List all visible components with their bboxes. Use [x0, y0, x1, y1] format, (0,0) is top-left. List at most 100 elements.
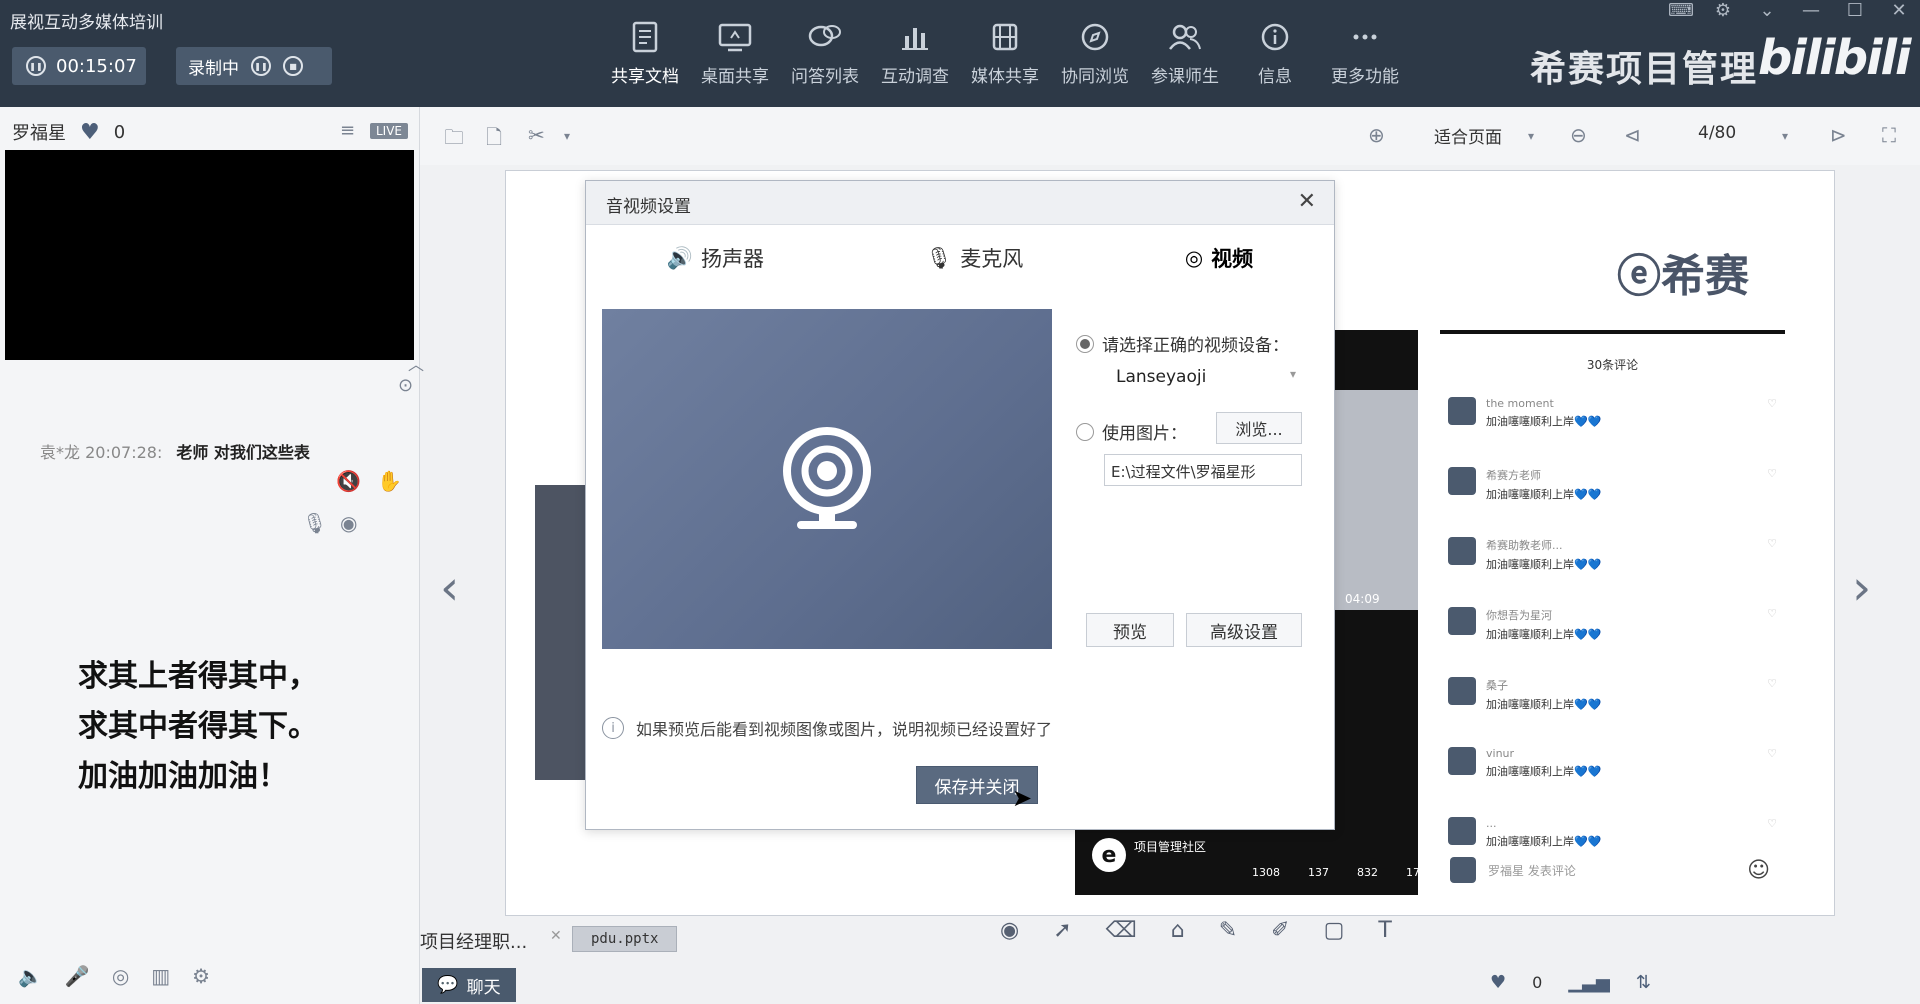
presenter-row: 罗福星 ♥ 0 [12, 119, 125, 145]
preview-button[interactable]: 预览 [1086, 613, 1174, 647]
brand-watermark: 希赛项目管理 [1530, 49, 1759, 90]
fit-caret-icon[interactable]: ▾ [1528, 129, 1534, 143]
recording-control[interactable]: 录制中 ❚❚ ■ [176, 47, 332, 85]
tool-desktop-share[interactable]: 桌面共享 [690, 18, 780, 87]
maximize-icon[interactable]: ☐ [1844, 0, 1866, 21]
tool-label: 桌面共享 [701, 67, 769, 87]
phone-video-time: 04:09 [1345, 592, 1380, 606]
comment-user: 希赛助教老师... [1486, 539, 1563, 552]
comment-text: 加油噻噻顺利上岸💙💙 [1486, 415, 1602, 428]
zoom-in-icon[interactable]: ⊕ [1368, 123, 1385, 147]
camera-icon[interactable]: ◉ [340, 511, 357, 535]
next-page-icon[interactable]: ⊳ [1830, 123, 1847, 147]
scissors-icon[interactable]: ✂ [528, 123, 545, 147]
settings-icon[interactable]: ⚙ [192, 964, 210, 988]
users-icon [1140, 18, 1230, 56]
pause-timer-button[interactable]: ❚❚ 00:15:07 [12, 47, 146, 85]
keyboard-icon[interactable]: ⌨ [1668, 0, 1694, 21]
tool-qa-list[interactable]: 问答列表 [780, 18, 870, 87]
tool-info[interactable]: 信息 [1230, 18, 1320, 87]
comment-user: 希赛方老师 [1486, 469, 1541, 482]
tool-media-share[interactable]: 媒体共享 [960, 18, 1050, 87]
heart-icon[interactable]: ♥ [80, 120, 100, 145]
comment-text: 加油噻噻顺利上岸💙💙 [1486, 765, 1602, 778]
highlighter-icon[interactable]: ✐ [1271, 918, 1289, 943]
rectangle-icon[interactable]: ▢ [1324, 918, 1345, 943]
laser-pointer-icon[interactable]: ◉ [1000, 918, 1019, 943]
equalizer-icon[interactable]: ▥ [151, 964, 170, 988]
zoom-out-icon[interactable]: ⊖ [1570, 123, 1587, 147]
mute-icon[interactable]: 🔇 [336, 469, 361, 493]
pen-icon[interactable]: ✎ [1219, 918, 1237, 943]
bilibili-logo: bilibili [1758, 30, 1911, 86]
prev-page-icon[interactable]: ⊲ [1624, 123, 1641, 147]
document-toolbar: 🗀 🗋 ✂ ▾ ⊕ 适合页面 ▾ ⊖ ⊲ 4/80 ▾ ⊳ ⛶ [420, 107, 1920, 165]
comment-user: the moment [1486, 397, 1554, 410]
video-device-select[interactable]: Lanseyaoji ▾ [1116, 367, 1296, 387]
tool-share-document[interactable]: 共享文档 [600, 18, 690, 87]
tab-video[interactable]: ◎ 视频 [1185, 243, 1253, 273]
tab-microphone[interactable]: 🎙 麦克风 [926, 243, 1024, 273]
tool-label: 协同浏览 [1061, 67, 1129, 87]
image-path-field[interactable]: E:\过程文件\罗福星形 [1104, 454, 1302, 486]
cursor-arrow-icon[interactable]: ➚ [1053, 918, 1071, 943]
text-tool-icon[interactable]: T [1378, 918, 1391, 943]
heart-icon: ♡ [1767, 677, 1777, 690]
tool-co-browse[interactable]: 协同浏览 [1050, 18, 1140, 87]
clear-bucket-icon[interactable]: ⌂ [1171, 918, 1185, 943]
list-menu-icon[interactable]: ≡ [340, 120, 355, 141]
webcam-icon[interactable]: ◎ [112, 964, 129, 988]
browse-button[interactable]: 浏览... [1216, 412, 1302, 444]
recording-label: 录制中 [188, 58, 239, 79]
tab-project-manager[interactable]: 项目经理职... [420, 928, 527, 954]
left-bottom-icons: 🔈 🎤 ◎ ▥ ⚙ [18, 964, 210, 988]
option-label: 使用图片： [1102, 424, 1187, 444]
close-tab-icon[interactable]: ✕ [550, 928, 562, 944]
stop-record-icon[interactable]: ■ [283, 56, 303, 76]
comment-input: 罗福星 发表评论 ☺ [1450, 857, 1770, 883]
tool-participants[interactable]: 参课师生 [1140, 18, 1230, 87]
more-options-icon[interactable]: ⊙ [398, 375, 413, 396]
tool-label: 参课师生 [1151, 67, 1219, 87]
tool-survey[interactable]: 互动调查 [870, 18, 960, 87]
use-image-option[interactable]: 使用图片： [1076, 419, 1187, 444]
chat-user-time: 袁*龙 20:07:28: [40, 443, 163, 462]
film-icon [960, 18, 1050, 56]
radio-selected[interactable] [1076, 334, 1094, 353]
radio-unselected[interactable] [1076, 422, 1094, 441]
page-caret-icon[interactable]: ▾ [1782, 129, 1788, 143]
document-icon [600, 18, 690, 56]
microphone-icon[interactable]: 🎤 [65, 964, 90, 988]
prev-slide-arrow[interactable]: ‹ [440, 560, 459, 616]
close-window-icon[interactable]: ✕ [1888, 0, 1910, 21]
select-device-option[interactable]: 请选择正确的视频设备： [1076, 331, 1289, 356]
page-indicator[interactable]: 4/80 [1698, 123, 1736, 143]
speaker-icon[interactable]: 🔈 [18, 964, 43, 988]
folder-icon[interactable]: 🗀 [444, 123, 464, 157]
pause-record-icon[interactable]: ❚❚ [251, 56, 271, 76]
tab-pdu-pptx[interactable]: pdu.pptx [572, 926, 678, 952]
file-icon[interactable]: 🗋 [486, 123, 502, 157]
settings-gear-icon[interactable]: ⚙ [1712, 0, 1734, 21]
tool-more[interactable]: 更多功能 [1320, 18, 1410, 87]
comment-text: 加油噻噻顺利上岸💙💙 [1486, 488, 1602, 501]
microphone-icon[interactable]: 🎙 [302, 511, 327, 535]
fit-page-select[interactable]: 适合页面 [1434, 123, 1502, 148]
heart-icon[interactable]: ♥ [1490, 972, 1506, 993]
dropdown-caret-icon[interactable]: ▾ [564, 129, 570, 143]
tab-speaker[interactable]: 🔊 扬声器 [667, 243, 764, 273]
raise-hand-icon[interactable]: ✋ [377, 469, 402, 493]
minimize-icon[interactable]: — [1800, 0, 1822, 21]
dialog-close-icon[interactable]: ✕ [1298, 189, 1316, 214]
chat-button[interactable]: 💬 聊天 [422, 968, 516, 1002]
scroll-up-icon[interactable]: ︿ [408, 351, 424, 375]
chat-text: 老师 对我们这些表 [176, 443, 310, 462]
collapse-chevron-icon[interactable]: ⌄ [1756, 0, 1778, 21]
tool-label: 互动调查 [881, 67, 949, 87]
microphone-icon: 🎙 [925, 245, 953, 270]
eraser-icon[interactable]: ⌫ [1106, 918, 1137, 943]
next-slide-arrow[interactable]: › [1852, 560, 1871, 616]
hint-message: i 如果预览后能看到视频图像或图片，说明视频已经设置好了 [602, 716, 1052, 740]
fullscreen-icon[interactable]: ⛶ [1882, 123, 1896, 147]
advanced-settings-button[interactable]: 高级设置 [1186, 613, 1302, 647]
